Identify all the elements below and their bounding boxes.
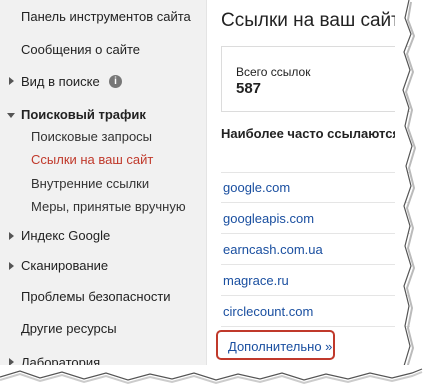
divider — [221, 233, 410, 234]
sidebar-subitem-links-to-site[interactable]: Ссылки на ваш сайт — [31, 152, 153, 167]
section-title: Наиболее часто ссылаются — [221, 126, 401, 141]
chevron-right-icon[interactable] — [9, 232, 14, 240]
divider — [221, 326, 410, 327]
more-link[interactable]: Дополнительно » — [228, 339, 332, 354]
main-content: Ссылки на ваш сайт Всего ссылок 587 Наиб… — [207, 0, 410, 380]
torn-edge-bottom — [0, 365, 429, 391]
domain-link[interactable]: circlecount.com — [223, 304, 313, 319]
sidebar-item-messages[interactable]: Сообщения о сайте — [21, 42, 140, 57]
more-link-highlight[interactable]: Дополнительно » — [216, 330, 335, 360]
divider — [221, 295, 410, 296]
sidebar-item-google-index[interactable]: Индекс Google — [21, 228, 110, 243]
sidebar-item-search-appearance[interactable]: Вид в поиске — [21, 74, 100, 89]
divider — [221, 264, 410, 265]
sidebar-item-crawl[interactable]: Сканирование — [21, 258, 108, 273]
domain-link[interactable]: magrace.ru — [223, 273, 289, 288]
sidebar-item-other-resources[interactable]: Другие ресурсы — [21, 321, 117, 336]
sidebar-item-security[interactable]: Проблемы безопасности — [21, 289, 171, 304]
divider — [221, 172, 410, 173]
chevron-down-icon[interactable] — [7, 113, 15, 118]
total-links-label: Всего ссылок — [236, 65, 311, 79]
sidebar: Панель инструментов сайта Сообщения о са… — [0, 0, 207, 380]
sidebar-item-search-traffic[interactable]: Поисковый трафик — [21, 107, 146, 122]
page-title: Ссылки на ваш сайт — [221, 10, 400, 31]
page-frame: Панель инструментов сайта Сообщения о са… — [0, 0, 410, 380]
domain-link[interactable]: googleapis.com — [223, 211, 314, 226]
divider — [221, 202, 410, 203]
info-icon[interactable]: i — [109, 75, 122, 88]
torn-edge-right — [395, 0, 417, 391]
chevron-right-icon[interactable] — [9, 77, 14, 85]
domain-link[interactable]: earncash.com.ua — [223, 242, 323, 257]
sidebar-item-dashboard[interactable]: Панель инструментов сайта — [21, 9, 191, 24]
domain-link[interactable]: google.com — [223, 180, 290, 195]
sidebar-subitem-search-queries[interactable]: Поисковые запросы — [31, 129, 152, 144]
total-links-value: 587 — [236, 80, 262, 97]
total-links-card: Всего ссылок 587 — [221, 46, 410, 112]
sidebar-subitem-internal-links[interactable]: Внутренние ссылки — [31, 176, 149, 191]
chevron-right-icon[interactable] — [9, 262, 14, 270]
sidebar-subitem-manual-actions[interactable]: Меры, принятые вручную — [31, 199, 186, 214]
